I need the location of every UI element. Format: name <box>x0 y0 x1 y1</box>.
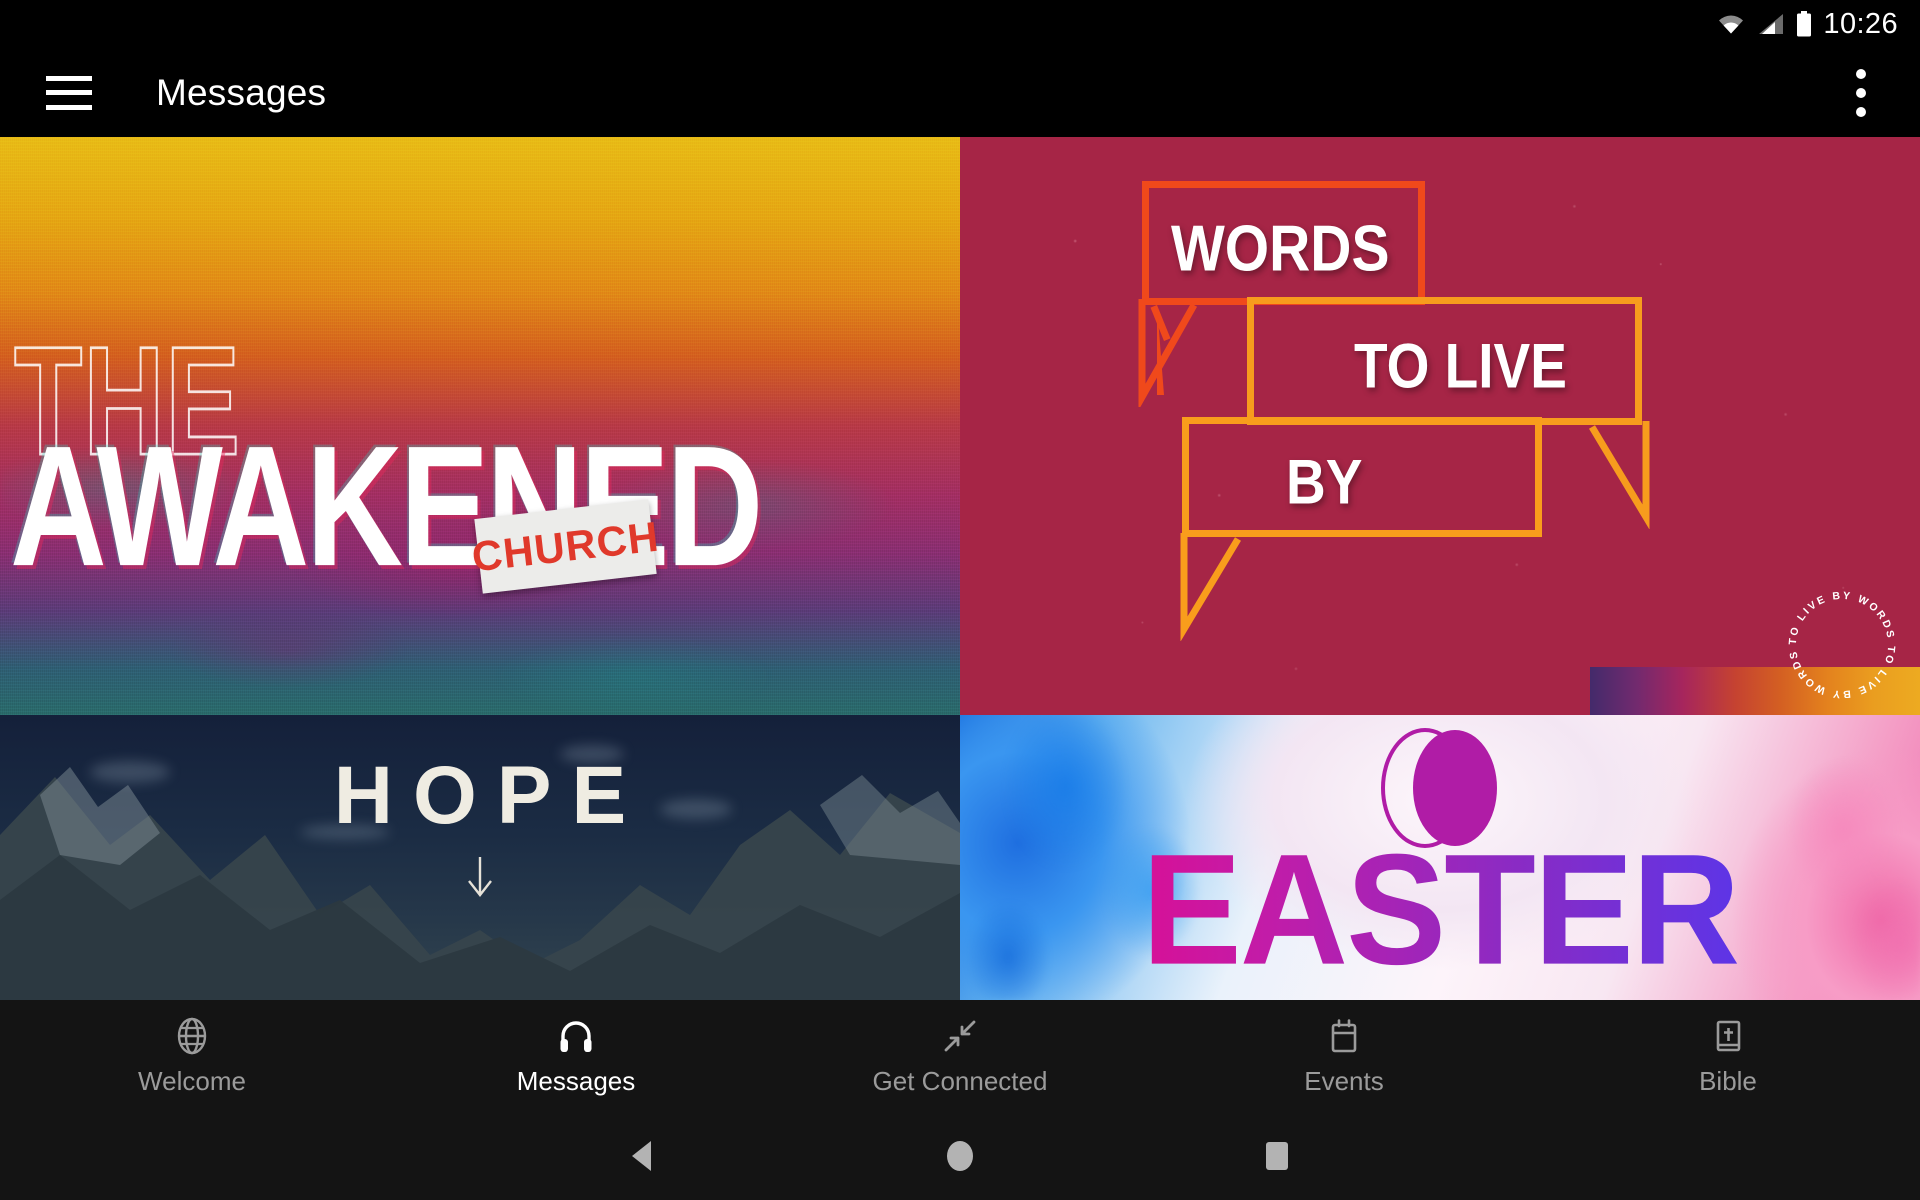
hope-title: HOPE <box>333 750 647 841</box>
speech-bubble-words: WORDS <box>1142 181 1425 395</box>
message-card-words-to-live-by[interactable]: WORDS TO LIVE BY TO LIVE BY WORDS TO LIV… <box>960 137 1920 715</box>
globe-icon <box>172 1015 212 1057</box>
headphones-icon <box>556 1015 596 1057</box>
battery-icon <box>1796 11 1812 37</box>
tab-messages[interactable]: Messages <box>384 1000 768 1112</box>
bible-book-icon <box>1708 1015 1748 1057</box>
back-triangle-icon[interactable] <box>611 1124 675 1188</box>
hope-down-arrow-icon <box>468 857 492 897</box>
recents-square-icon[interactable] <box>1245 1124 1309 1188</box>
speech-bubble-by: BY <box>1182 417 1542 537</box>
home-circle-icon[interactable] <box>928 1124 992 1188</box>
hamburger-menu-icon[interactable] <box>46 75 92 110</box>
status-time: 10:26 <box>1823 7 1898 40</box>
speech-bubble-by-text: BY <box>1286 446 1363 518</box>
status-bar: 10:26 <box>0 0 1920 48</box>
calendar-icon <box>1324 1015 1364 1057</box>
easter-title: EASTER <box>960 819 1920 1000</box>
overflow-menu-icon[interactable] <box>1856 68 1866 117</box>
speech-bubble-to-live-text: TO LIVE <box>1354 330 1567 402</box>
tab-welcome[interactable]: Welcome <box>0 1000 384 1112</box>
tab-get-connected-label: Get Connected <box>872 1066 1048 1096</box>
bubble-tail-words <box>1138 299 1198 407</box>
words-circular-text-label: TO LIVE BY WORDS TO LIVE BY WORDS <box>1787 590 1897 700</box>
tab-events-label: Events <box>1304 1066 1384 1096</box>
connect-arrows-icon <box>940 1015 980 1057</box>
message-card-hope[interactable]: HOPE <box>0 715 960 1000</box>
page-title: Messages <box>156 71 327 113</box>
awakened-line2-awakened: AWAKENED <box>10 411 763 603</box>
tab-events[interactable]: Events <box>1152 1000 1536 1112</box>
bubble-tail-to-live <box>1588 421 1650 529</box>
awakened-church-text: CHURCH <box>469 512 662 580</box>
wifi-icon <box>1716 12 1746 36</box>
speech-bubble-words-text: WORDS <box>1171 212 1390 286</box>
words-circular-text: TO LIVE BY WORDS TO LIVE BY WORDS <box>1787 590 1897 700</box>
android-app-screen: 10:26 Messages THE AWAKENED CHURCH WORDS <box>0 0 1920 1200</box>
message-card-the-awakened-church[interactable]: THE AWAKENED CHURCH <box>0 137 960 715</box>
tab-bible-label: Bible <box>1699 1066 1757 1096</box>
bubble-tail-by <box>1180 533 1242 641</box>
speech-bubble-to-live: TO LIVE <box>1247 297 1642 425</box>
tab-messages-label: Messages <box>516 1066 636 1096</box>
app-bar: Messages <box>0 48 1920 137</box>
bottom-tab-bar: Welcome Messages Get Connected Events Bi… <box>0 1000 1920 1112</box>
cellular-signal-icon <box>1757 12 1785 36</box>
tab-welcome-label: Welcome <box>138 1066 246 1096</box>
message-card-easter[interactable]: EASTER <box>960 715 1920 1000</box>
tab-bible[interactable]: Bible <box>1536 1000 1920 1112</box>
tab-get-connected[interactable]: Get Connected <box>768 1000 1152 1112</box>
system-navigation-bar <box>0 1112 1920 1200</box>
message-series-grid: THE AWAKENED CHURCH WORDS TO LIVE BY TO … <box>0 137 1920 1000</box>
